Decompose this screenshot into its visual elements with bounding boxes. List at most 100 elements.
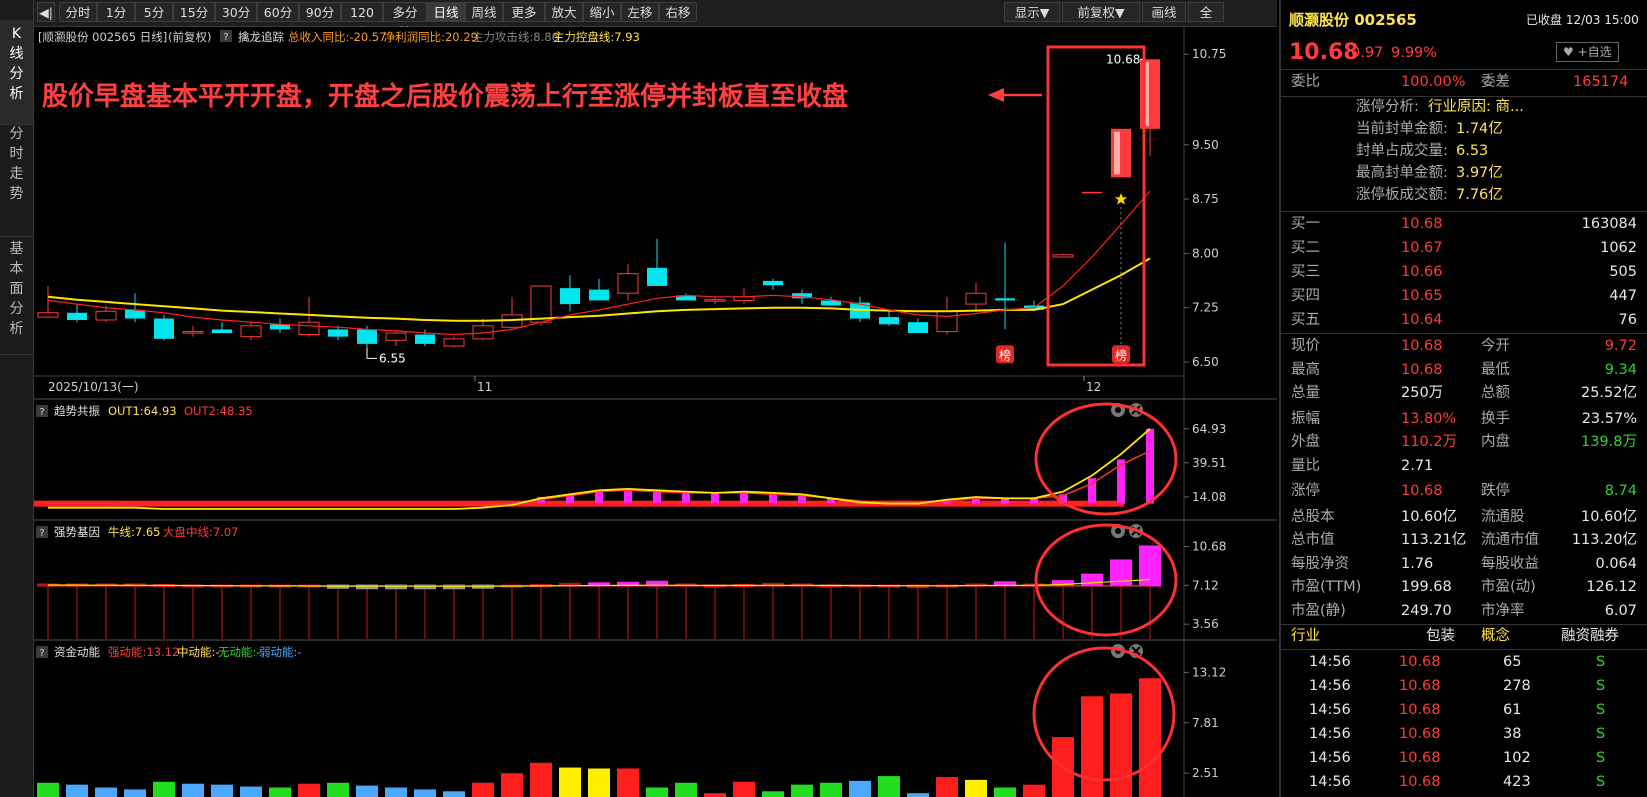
stat-row: 市盈(静) 249.70 市净率 6.07: [1281, 599, 1647, 624]
candle-body[interactable]: [415, 334, 435, 344]
period-8[interactable]: 多分钟: [383, 2, 427, 40]
stat-label: 跌停: [1481, 483, 1510, 499]
toolbar-right-2[interactable]: 画线: [1142, 2, 1186, 22]
stat-value: 2.71: [1401, 457, 1434, 474]
indicator-value-2-1: 中动能:-: [177, 645, 220, 659]
candle-body-up[interactable]: [617, 273, 639, 294]
candle-body[interactable]: [908, 322, 928, 334]
weicha-value: 165174: [1573, 74, 1629, 90]
indicator-title-0: 趋势共振: [54, 404, 100, 418]
add-watchlist-button[interactable]: ♥ +自选: [1556, 42, 1619, 62]
period-3[interactable]: 15分: [173, 2, 215, 22]
ind3-bar: [936, 777, 958, 797]
candle-body-up[interactable]: [530, 285, 552, 323]
candle-body-up[interactable]: [443, 338, 465, 347]
candle-body-up[interactable]: [240, 325, 262, 338]
ind2-block: [443, 584, 465, 590]
annotation-text: 股价早盘基本平开开盘，开盘之后股价震荡上行至涨停并封板直至收盘: [42, 81, 848, 112]
tick-time: 14:56: [1309, 678, 1351, 694]
ind3-bar: [472, 782, 494, 797]
chart-title: [顺灏股份 002565 日线]: [38, 30, 167, 44]
ind1-tick-label: 39.51: [1192, 456, 1226, 470]
period-15[interactable]: 右移: [659, 2, 697, 22]
candle-body[interactable]: [1082, 191, 1102, 194]
candle-body-up[interactable]: [37, 312, 59, 318]
indicator-title-2: 资金动能: [54, 645, 100, 659]
kline-chart-svg[interactable]: [顺灏股份 002565 日线] (前复权) 擒龙追踪 总收入同比:-20.57净利润…: [34, 27, 1277, 797]
vtab-char: K: [11, 26, 22, 42]
period-7[interactable]: 120分: [341, 2, 383, 40]
tick-side: S: [1596, 654, 1606, 670]
collapse-button[interactable]: ◀|: [37, 2, 55, 22]
period-12[interactable]: 放大: [545, 2, 583, 22]
candle-body[interactable]: [879, 317, 899, 325]
candle-body[interactable]: [328, 329, 348, 337]
toolbar-right-3[interactable]: 全屏: [1188, 2, 1224, 40]
toolbar-right-1[interactable]: 前复权▼: [1062, 2, 1140, 22]
candle-body-up[interactable]: [182, 331, 204, 334]
indicator-value-0-1: OUT2:48.35: [184, 404, 253, 418]
stat-value: 139.8万: [1580, 434, 1637, 450]
header-value-1: 净利润同比:20.29: [384, 30, 478, 44]
candle-body-up[interactable]: [385, 332, 407, 341]
indicator-value-2-2: 无动能:-: [218, 645, 261, 659]
tick-time: 14:56: [1309, 702, 1351, 718]
stat-label: 流通市值: [1481, 532, 1539, 548]
period-9[interactable]: 日线: [427, 2, 465, 22]
period-0[interactable]: 分时: [59, 2, 97, 22]
candle-body[interactable]: [212, 329, 232, 334]
candle-body[interactable]: [357, 329, 377, 344]
candle-body[interactable]: [154, 318, 174, 339]
limit-info-row: 封单占成交量: 6.53: [1281, 140, 1647, 162]
candle-body[interactable]: [67, 312, 87, 320]
bid-row: 买四 10.65 447: [1281, 284, 1647, 309]
candle-body-up[interactable]: [298, 321, 320, 335]
bid-row: 买二 10.67 1062: [1281, 236, 1647, 261]
period-6[interactable]: 90分: [299, 2, 341, 22]
stat-label: 总量: [1291, 385, 1320, 401]
vtab-1[interactable]: 分时走势: [0, 120, 33, 237]
tick-time: 14:56: [1309, 726, 1351, 742]
candle-body[interactable]: [589, 289, 609, 301]
stat-label: 总额: [1481, 385, 1510, 401]
period-11[interactable]: 更多▼: [503, 2, 545, 40]
candle-body[interactable]: [995, 298, 1015, 301]
ind3-bar: [1139, 678, 1161, 797]
period-13[interactable]: 缩小: [583, 2, 621, 22]
y-tick-label: 8.00: [1192, 246, 1219, 260]
candle-body-up[interactable]: [95, 310, 117, 321]
stat-value: 1.76: [1401, 555, 1434, 572]
indicator-value-1-0: 牛线:7.65: [108, 525, 160, 539]
period-10[interactable]: 周线: [465, 2, 503, 22]
left-vertical-tabs: K线分析分时走势基本面分析: [0, 0, 34, 797]
ind1-tick-label: 64.93: [1192, 422, 1226, 436]
candle-body[interactable]: [763, 280, 783, 286]
vtab-char: 分: [9, 126, 24, 142]
vtab-char: 析: [9, 86, 24, 102]
period-2[interactable]: 5分: [135, 2, 173, 22]
candle-body-up[interactable]: [936, 310, 958, 333]
limit-info-value: 行业原因: 商...: [1428, 99, 1524, 115]
period-1[interactable]: 1分: [97, 2, 135, 22]
vtab-0[interactable]: K线分析: [0, 20, 33, 125]
y-tick-label: 8.75: [1192, 192, 1219, 206]
ind3-bar: [820, 782, 842, 797]
tag-margin-label: 融资融券: [1561, 628, 1619, 644]
candle-body-up[interactable]: [965, 292, 987, 305]
toolbar-right-0[interactable]: 显示▼: [1004, 2, 1060, 22]
chart-header: [顺灏股份 002565 日线] (前复权) 擒龙追踪 总收入同比:-20.57净利润…: [38, 30, 640, 44]
period-14[interactable]: 左移: [621, 2, 659, 22]
stat-label: 振幅: [1291, 410, 1320, 427]
candle-body-up[interactable]: [1052, 254, 1074, 258]
period-4[interactable]: 30分: [215, 2, 257, 22]
candle-body[interactable]: [560, 288, 580, 305]
candle-body[interactable]: [647, 267, 667, 286]
period-5[interactable]: 60分: [257, 2, 299, 22]
chart-area: [顺灏股份 002565 日线] (前复权) 擒龙追踪 总收入同比:-20.57 净利润…: [34, 27, 1277, 797]
stat-value: 13.80%: [1401, 410, 1457, 427]
candle-body-up[interactable]: [704, 299, 726, 302]
bid-label: 买五: [1291, 312, 1320, 328]
trade-tick-row: 14:56 10.68 61 S: [1281, 698, 1647, 723]
vtab-2[interactable]: 基本面分析: [0, 235, 33, 355]
ind3-bar: [298, 783, 320, 797]
